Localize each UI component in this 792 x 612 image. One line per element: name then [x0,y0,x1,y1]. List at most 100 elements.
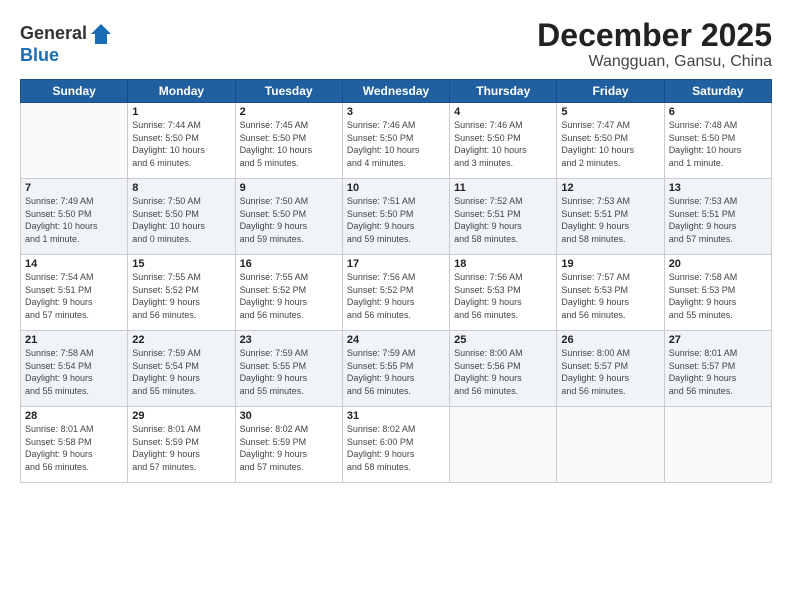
calendar-cell: 15Sunrise: 7:55 AM Sunset: 5:52 PM Dayli… [128,255,235,331]
calendar-cell: 14Sunrise: 7:54 AM Sunset: 5:51 PM Dayli… [21,255,128,331]
day-info: Sunrise: 7:45 AM Sunset: 5:50 PM Dayligh… [240,119,338,169]
day-number: 30 [240,410,338,422]
day-info: Sunrise: 7:54 AM Sunset: 5:51 PM Dayligh… [25,271,123,321]
day-info: Sunrise: 7:49 AM Sunset: 5:50 PM Dayligh… [25,195,123,245]
day-info: Sunrise: 8:01 AM Sunset: 5:58 PM Dayligh… [25,423,123,473]
day-info: Sunrise: 8:01 AM Sunset: 5:57 PM Dayligh… [669,347,767,397]
calendar-cell: 20Sunrise: 7:58 AM Sunset: 5:53 PM Dayli… [664,255,771,331]
day-number: 23 [240,334,338,346]
day-info: Sunrise: 7:57 AM Sunset: 5:53 PM Dayligh… [561,271,659,321]
day-number: 31 [347,410,445,422]
calendar-cell: 30Sunrise: 8:02 AM Sunset: 5:59 PM Dayli… [235,407,342,483]
day-info: Sunrise: 7:58 AM Sunset: 5:53 PM Dayligh… [669,271,767,321]
calendar-cell: 27Sunrise: 8:01 AM Sunset: 5:57 PM Dayli… [664,331,771,407]
logo-blue-text: Blue [20,45,59,65]
header: General Blue December 2025 Wangguan, Gan… [20,18,772,71]
day-number: 2 [240,106,338,118]
day-number: 12 [561,182,659,194]
day-info: Sunrise: 7:50 AM Sunset: 5:50 PM Dayligh… [132,195,230,245]
day-number: 17 [347,258,445,270]
day-info: Sunrise: 7:59 AM Sunset: 5:54 PM Dayligh… [132,347,230,397]
weekday-header-friday: Friday [557,80,664,103]
day-number: 13 [669,182,767,194]
day-info: Sunrise: 7:46 AM Sunset: 5:50 PM Dayligh… [454,119,552,169]
day-number: 6 [669,106,767,118]
day-info: Sunrise: 7:55 AM Sunset: 5:52 PM Dayligh… [132,271,230,321]
calendar-cell: 16Sunrise: 7:55 AM Sunset: 5:52 PM Dayli… [235,255,342,331]
weekday-header-saturday: Saturday [664,80,771,103]
weekday-header-tuesday: Tuesday [235,80,342,103]
calendar-cell: 23Sunrise: 7:59 AM Sunset: 5:55 PM Dayli… [235,331,342,407]
day-number: 14 [25,258,123,270]
calendar-cell: 8Sunrise: 7:50 AM Sunset: 5:50 PM Daylig… [128,179,235,255]
weekday-header-monday: Monday [128,80,235,103]
calendar-cell [664,407,771,483]
day-info: Sunrise: 8:00 AM Sunset: 5:56 PM Dayligh… [454,347,552,397]
calendar-cell: 22Sunrise: 7:59 AM Sunset: 5:54 PM Dayli… [128,331,235,407]
day-number: 21 [25,334,123,346]
day-info: Sunrise: 7:59 AM Sunset: 5:55 PM Dayligh… [240,347,338,397]
calendar-cell: 4Sunrise: 7:46 AM Sunset: 5:50 PM Daylig… [450,103,557,179]
day-number: 4 [454,106,552,118]
weekday-header-sunday: Sunday [21,80,128,103]
day-info: Sunrise: 8:01 AM Sunset: 5:59 PM Dayligh… [132,423,230,473]
calendar-cell: 12Sunrise: 7:53 AM Sunset: 5:51 PM Dayli… [557,179,664,255]
calendar-cell: 18Sunrise: 7:56 AM Sunset: 5:53 PM Dayli… [450,255,557,331]
day-number: 8 [132,182,230,194]
week-row-3: 14Sunrise: 7:54 AM Sunset: 5:51 PM Dayli… [21,255,772,331]
day-number: 29 [132,410,230,422]
day-info: Sunrise: 7:56 AM Sunset: 5:53 PM Dayligh… [454,271,552,321]
day-number: 25 [454,334,552,346]
day-number: 7 [25,182,123,194]
day-number: 19 [561,258,659,270]
day-number: 1 [132,106,230,118]
week-row-2: 7Sunrise: 7:49 AM Sunset: 5:50 PM Daylig… [21,179,772,255]
calendar-cell: 29Sunrise: 8:01 AM Sunset: 5:59 PM Dayli… [128,407,235,483]
day-info: Sunrise: 8:02 AM Sunset: 6:00 PM Dayligh… [347,423,445,473]
day-number: 11 [454,182,552,194]
day-info: Sunrise: 7:50 AM Sunset: 5:50 PM Dayligh… [240,195,338,245]
day-number: 18 [454,258,552,270]
day-info: Sunrise: 7:52 AM Sunset: 5:51 PM Dayligh… [454,195,552,245]
calendar-cell: 28Sunrise: 8:01 AM Sunset: 5:58 PM Dayli… [21,407,128,483]
calendar-cell: 5Sunrise: 7:47 AM Sunset: 5:50 PM Daylig… [557,103,664,179]
day-number: 9 [240,182,338,194]
day-info: Sunrise: 7:59 AM Sunset: 5:55 PM Dayligh… [347,347,445,397]
calendar-cell: 7Sunrise: 7:49 AM Sunset: 5:50 PM Daylig… [21,179,128,255]
calendar-cell: 6Sunrise: 7:48 AM Sunset: 5:50 PM Daylig… [664,103,771,179]
weekday-header-thursday: Thursday [450,80,557,103]
weekday-header-wednesday: Wednesday [342,80,449,103]
calendar-cell [557,407,664,483]
day-number: 22 [132,334,230,346]
day-number: 5 [561,106,659,118]
calendar-cell: 25Sunrise: 8:00 AM Sunset: 5:56 PM Dayli… [450,331,557,407]
day-info: Sunrise: 8:00 AM Sunset: 5:57 PM Dayligh… [561,347,659,397]
day-info: Sunrise: 7:51 AM Sunset: 5:50 PM Dayligh… [347,195,445,245]
calendar-cell: 31Sunrise: 8:02 AM Sunset: 6:00 PM Dayli… [342,407,449,483]
calendar-cell: 1Sunrise: 7:44 AM Sunset: 5:50 PM Daylig… [128,103,235,179]
day-number: 24 [347,334,445,346]
day-info: Sunrise: 7:53 AM Sunset: 5:51 PM Dayligh… [669,195,767,245]
day-info: Sunrise: 7:55 AM Sunset: 5:52 PM Dayligh… [240,271,338,321]
day-number: 26 [561,334,659,346]
day-number: 15 [132,258,230,270]
day-info: Sunrise: 7:44 AM Sunset: 5:50 PM Dayligh… [132,119,230,169]
week-row-5: 28Sunrise: 8:01 AM Sunset: 5:58 PM Dayli… [21,407,772,483]
calendar-cell: 13Sunrise: 7:53 AM Sunset: 5:51 PM Dayli… [664,179,771,255]
day-info: Sunrise: 7:53 AM Sunset: 5:51 PM Dayligh… [561,195,659,245]
calendar-cell: 26Sunrise: 8:00 AM Sunset: 5:57 PM Dayli… [557,331,664,407]
week-row-4: 21Sunrise: 7:58 AM Sunset: 5:54 PM Dayli… [21,331,772,407]
day-info: Sunrise: 7:48 AM Sunset: 5:50 PM Dayligh… [669,119,767,169]
calendar-cell: 10Sunrise: 7:51 AM Sunset: 5:50 PM Dayli… [342,179,449,255]
month-title: December 2025 [537,18,772,53]
calendar-cell: 2Sunrise: 7:45 AM Sunset: 5:50 PM Daylig… [235,103,342,179]
day-number: 28 [25,410,123,422]
day-number: 20 [669,258,767,270]
page: General Blue December 2025 Wangguan, Gan… [0,0,792,612]
day-number: 3 [347,106,445,118]
location: Wangguan, Gansu, China [537,53,772,71]
logo-icon [89,22,113,46]
calendar-cell: 3Sunrise: 7:46 AM Sunset: 5:50 PM Daylig… [342,103,449,179]
day-info: Sunrise: 7:46 AM Sunset: 5:50 PM Dayligh… [347,119,445,169]
day-info: Sunrise: 8:02 AM Sunset: 5:59 PM Dayligh… [240,423,338,473]
